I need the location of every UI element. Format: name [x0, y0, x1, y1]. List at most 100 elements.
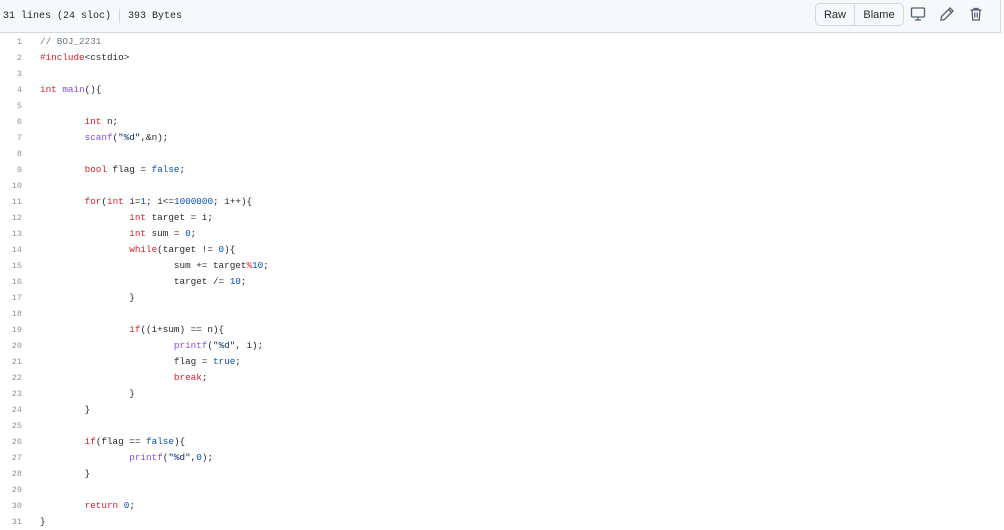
file-header: 31 lines (24 sloc) 393 Bytes Raw Blame: [0, 0, 1001, 33]
code-token: ){: [173, 436, 186, 447]
code-line: 1 // BOJ_2231: [0, 34, 1001, 50]
code-line: 9 bool flag = false;: [0, 162, 1001, 178]
code-line: 11 for(int i=1; i<=1000000; i++){: [0, 194, 1001, 210]
code-token: }: [84, 404, 91, 415]
line-number[interactable]: 4: [0, 82, 22, 98]
line-number[interactable]: 20: [0, 338, 22, 354]
pencil-icon[interactable]: [939, 6, 955, 22]
line-number[interactable]: 11: [0, 194, 22, 210]
line-number[interactable]: 18: [0, 306, 22, 322]
code-token: ;: [263, 260, 269, 271]
line-number[interactable]: 2: [0, 50, 22, 66]
code-token: for: [84, 196, 102, 207]
code-token: }: [129, 292, 135, 303]
code-line: 24 }: [0, 402, 1001, 418]
line-number[interactable]: 7: [0, 130, 22, 146]
line-number[interactable]: 30: [0, 498, 22, 514]
line-number[interactable]: 3: [0, 66, 22, 82]
code-line: 17 }: [0, 290, 1001, 306]
line-number[interactable]: 6: [0, 114, 22, 130]
trash-icon[interactable]: [968, 6, 984, 22]
code-token: ; i++){: [213, 196, 253, 207]
code-token: bool: [84, 164, 107, 175]
line-number[interactable]: 19: [0, 322, 22, 338]
code-line: 25: [0, 418, 1001, 434]
code-token: ((i+sum) == n){: [140, 324, 225, 335]
code-token: flag =: [173, 356, 213, 367]
code-token: break: [173, 372, 202, 383]
raw-button[interactable]: Raw: [816, 4, 855, 25]
code-line: 10: [0, 178, 1001, 194]
line-number[interactable]: 5: [0, 98, 22, 114]
line-number[interactable]: 25: [0, 418, 22, 434]
line-number[interactable]: 24: [0, 402, 22, 418]
code-line: 26 if(flag == false){: [0, 434, 1001, 450]
code-line-content: int sum = 0;: [40, 226, 196, 242]
line-number[interactable]: 8: [0, 146, 22, 162]
code-line: 14 while(target != 0){: [0, 242, 1001, 258]
code-token: // BOJ_2231: [40, 36, 102, 47]
code-line-content: }: [40, 514, 46, 530]
code-line: 30 return 0;: [0, 498, 1001, 514]
code-token: return: [84, 500, 119, 511]
code-line-content: bool flag = false;: [40, 162, 185, 178]
line-number[interactable]: 27: [0, 450, 22, 466]
code-line: 22 break;: [0, 370, 1001, 386]
desktop-icon[interactable]: [910, 6, 926, 22]
code-token: 10: [229, 276, 241, 287]
code-token: ;: [190, 228, 197, 239]
code-token: #include: [40, 52, 85, 63]
line-number[interactable]: 9: [0, 162, 22, 178]
line-number[interactable]: 28: [0, 466, 22, 482]
code-line: 23 }: [0, 386, 1001, 402]
line-number[interactable]: 16: [0, 274, 22, 290]
line-number[interactable]: 23: [0, 386, 22, 402]
line-number[interactable]: 14: [0, 242, 22, 258]
line-number[interactable]: 1: [0, 34, 22, 50]
code-token: <cstdio>: [84, 52, 130, 63]
line-number[interactable]: 12: [0, 210, 22, 226]
code-token: ; i<=: [146, 196, 174, 207]
code-line: 8: [0, 146, 1001, 162]
code-token: main: [62, 84, 85, 95]
line-number[interactable]: 21: [0, 354, 22, 370]
code-line-content: sum += target%10;: [40, 258, 269, 274]
code-token: while: [129, 244, 158, 255]
line-number[interactable]: 22: [0, 370, 22, 386]
code-token: sum += target: [173, 260, 247, 271]
code-token: sum =: [146, 228, 186, 239]
code-token: (flag ==: [95, 436, 147, 447]
code-line: 27 printf("%d",0);: [0, 450, 1001, 466]
line-number[interactable]: 26: [0, 434, 22, 450]
line-number[interactable]: 10: [0, 178, 22, 194]
code-token: ;: [240, 276, 247, 287]
code-token: n;: [101, 116, 119, 127]
code-line: 31}: [0, 514, 1001, 530]
code-token: printf: [129, 452, 163, 463]
line-number[interactable]: 29: [0, 482, 22, 498]
line-number[interactable]: 15: [0, 258, 22, 274]
code-token: false: [146, 436, 174, 447]
divider: [119, 9, 121, 23]
code-line: 13 int sum = 0;: [0, 226, 1001, 242]
code-line-content: return 0;: [40, 498, 135, 514]
line-number[interactable]: 13: [0, 226, 22, 242]
line-number[interactable]: 31: [0, 514, 22, 530]
line-number[interactable]: 17: [0, 290, 22, 306]
code-line: 16 target /= 10;: [0, 274, 1001, 290]
code-token: target = i;: [146, 212, 213, 223]
code-line-content: }: [40, 466, 91, 482]
file-info: 31 lines (24 sloc) 393 Bytes: [3, 9, 182, 23]
code-line-content: target /= 10;: [40, 274, 247, 290]
blame-button[interactable]: Blame: [855, 4, 903, 25]
